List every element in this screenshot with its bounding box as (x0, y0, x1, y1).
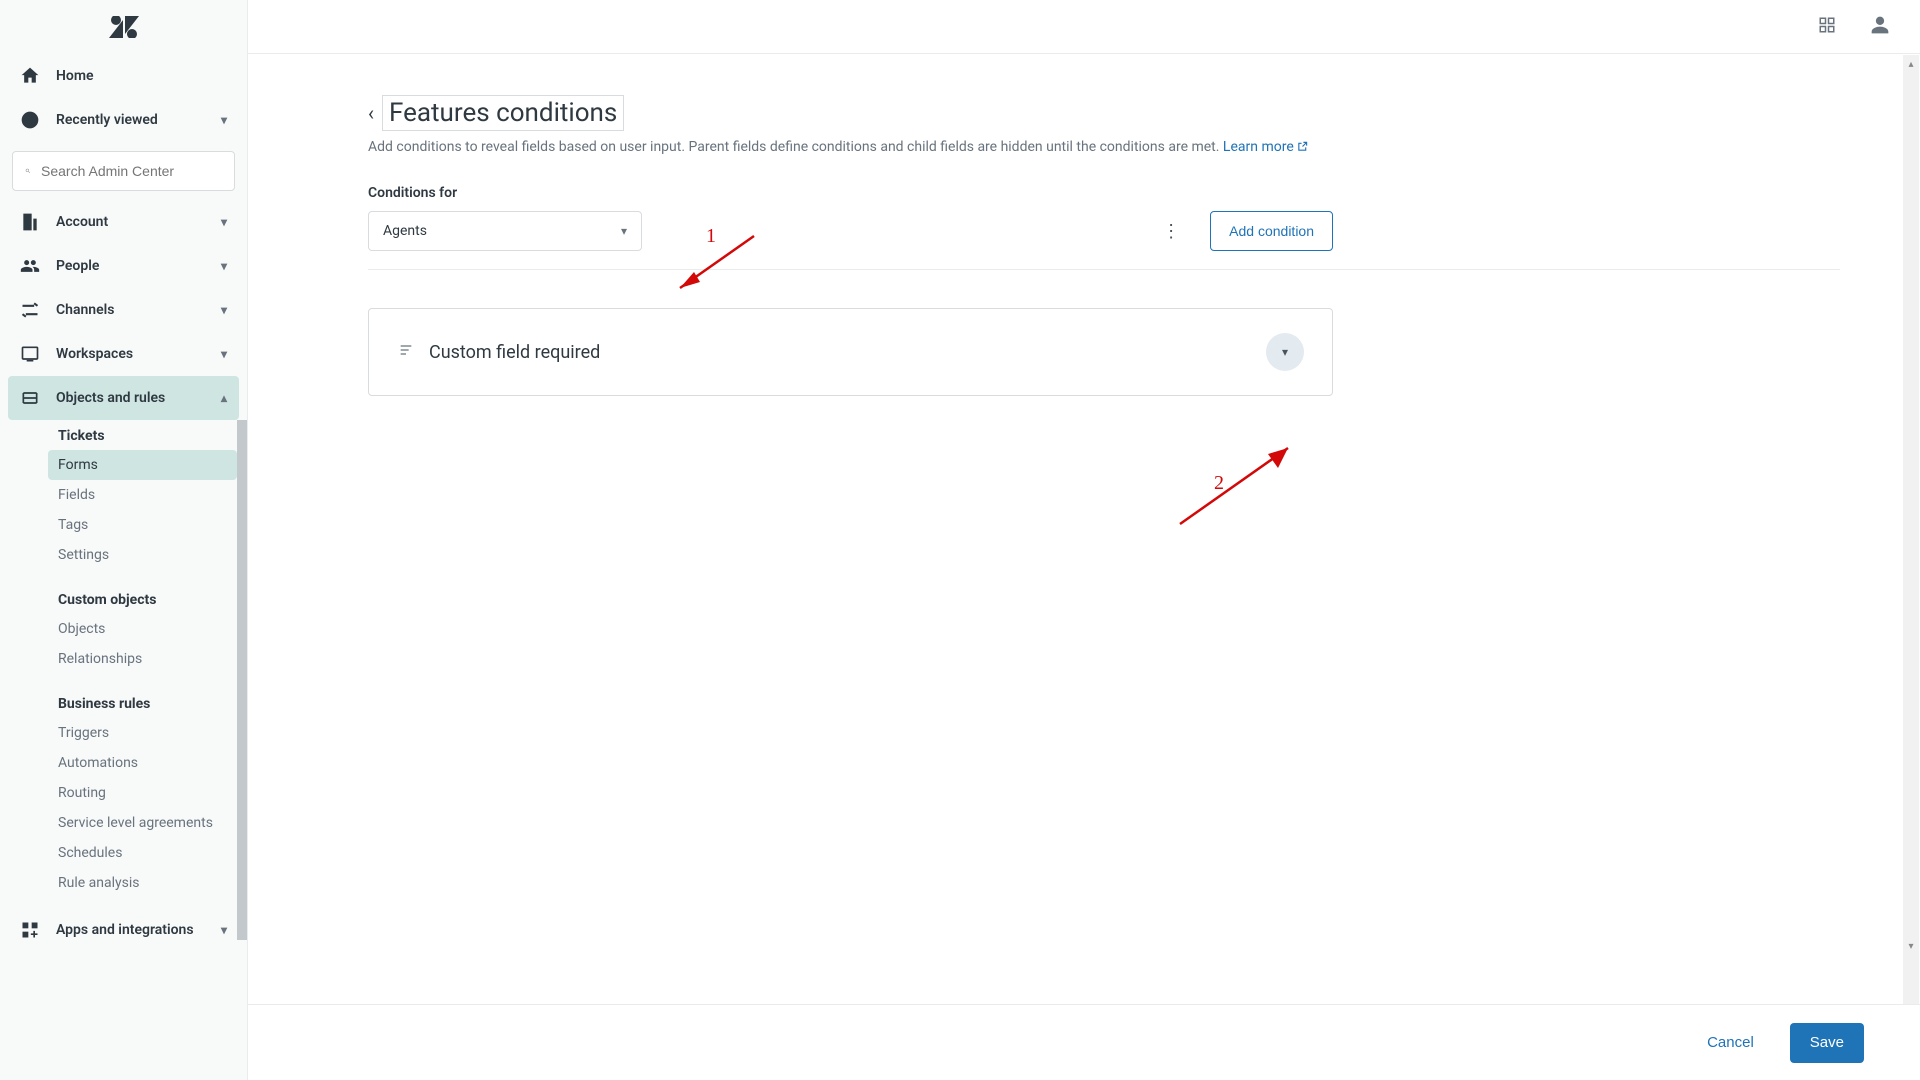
nav-account[interactable]: Account ▾ (0, 200, 247, 244)
cancel-button[interactable]: Cancel (1693, 1024, 1768, 1061)
apps-icon (20, 920, 40, 940)
subnav-objects[interactable]: Objects (58, 614, 229, 644)
more-menu-icon[interactable]: ⋮ (1162, 221, 1180, 242)
chevron-down-icon: ▾ (221, 113, 227, 127)
subnav-fields[interactable]: Fields (58, 480, 229, 510)
nav-recently-viewed[interactable]: Recently viewed ▾ (0, 98, 247, 142)
search-input[interactable] (41, 163, 222, 179)
subnav-group-custom: Custom objects (58, 584, 229, 614)
scroll-up-icon[interactable]: ▴ (1903, 55, 1919, 73)
learn-more-link[interactable]: Learn more (1223, 139, 1308, 155)
nav-channels[interactable]: Channels ▾ (0, 288, 247, 332)
nav-label: People (56, 258, 99, 274)
card-left: Custom field required (397, 342, 600, 363)
nav-label: Objects and rules (56, 390, 165, 406)
subnav-settings[interactable]: Settings (58, 540, 229, 570)
card-title: Custom field required (429, 342, 600, 363)
apps-grid-icon[interactable] (1818, 16, 1836, 38)
subnav-group-rules: Business rules (58, 688, 229, 718)
external-link-icon (1297, 141, 1308, 152)
chevron-down-icon: ▾ (221, 303, 227, 317)
subnav-forms[interactable]: Forms (48, 450, 237, 480)
sidebar-scrollbar[interactable] (237, 420, 247, 952)
page-title: Features conditions (382, 95, 624, 131)
search-box[interactable] (12, 151, 235, 191)
main-scroll[interactable]: ‹ Features conditions Add conditions to … (248, 55, 1920, 1080)
sidebar: Home Recently viewed ▾ Account ▾ People … (0, 0, 248, 1080)
zendesk-logo-icon (109, 16, 139, 38)
page-description: Add conditions to reveal fields based on… (368, 139, 1840, 155)
objects-icon (20, 388, 40, 408)
chevron-down-icon: ▾ (621, 224, 627, 238)
divider (368, 269, 1840, 270)
nav-workspaces[interactable]: Workspaces ▾ (0, 332, 247, 376)
conditions-for-select[interactable]: Agents ▾ (368, 211, 642, 251)
footer-bar: Cancel Save (248, 1004, 1920, 1080)
chevron-down-icon: ▾ (1282, 345, 1288, 359)
subnav-schedules[interactable]: Schedules (58, 838, 229, 868)
back-icon[interactable]: ‹ (368, 101, 374, 125)
main-scrollbar[interactable]: ▴ ▾ (1903, 55, 1919, 1080)
add-condition-button[interactable]: Add condition (1210, 211, 1333, 251)
nav-home[interactable]: Home (0, 54, 247, 98)
home-icon (20, 66, 40, 86)
channels-icon (20, 300, 40, 320)
expand-card-button[interactable]: ▾ (1266, 333, 1304, 371)
nav-label: Recently viewed (56, 112, 158, 128)
chevron-down-icon: ▾ (221, 347, 227, 361)
subnav-sla[interactable]: Service level agreements (58, 808, 229, 838)
save-button[interactable]: Save (1790, 1023, 1864, 1063)
condition-card: Custom field required ▾ (368, 308, 1333, 396)
nav-label: Home (56, 68, 94, 84)
conditions-bar: Conditions for Agents ▾ ⋮ Add condition (368, 185, 1333, 251)
logo (0, 0, 247, 54)
nav-apps[interactable]: Apps and integrations ▾ (0, 908, 247, 952)
list-icon (397, 342, 415, 362)
search-wrap (0, 142, 247, 200)
subnav-relationships[interactable]: Relationships (58, 644, 229, 674)
nav-people[interactable]: People ▾ (0, 244, 247, 288)
nav-objects-and-rules[interactable]: Objects and rules ▴ (8, 376, 239, 420)
subnav-automations[interactable]: Automations (58, 748, 229, 778)
nav-label: Channels (56, 302, 115, 318)
chevron-down-icon: ▾ (221, 215, 227, 229)
subnav-tags[interactable]: Tags (58, 510, 229, 540)
main-content: ‹ Features conditions Add conditions to … (248, 55, 1920, 396)
search-icon (25, 163, 31, 179)
workspaces-icon (20, 344, 40, 364)
subnav-triggers[interactable]: Triggers (58, 718, 229, 748)
chevron-down-icon: ▾ (221, 923, 227, 937)
nav-label: Workspaces (56, 346, 133, 362)
subnav-group-tickets: Tickets (58, 420, 229, 450)
conditions-label: Conditions for (368, 185, 642, 201)
chevron-down-icon: ▾ (221, 259, 227, 273)
building-icon (20, 212, 40, 232)
page-header: ‹ Features conditions (368, 95, 1840, 131)
chevron-up-icon: ▴ (221, 391, 227, 405)
conditions-left: Conditions for Agents ▾ (368, 185, 642, 251)
desc-text: Add conditions to reveal fields based on… (368, 139, 1223, 155)
subnav-routing[interactable]: Routing (58, 778, 229, 808)
topbar (248, 0, 1920, 54)
nav-label: Account (56, 214, 108, 230)
nav-label: Apps and integrations (56, 922, 194, 938)
subnav-objects: Tickets Forms Fields Tags Settings Custo… (0, 420, 247, 898)
scroll-down-icon[interactable]: ▾ (1903, 937, 1919, 955)
people-icon (20, 256, 40, 276)
profile-icon[interactable] (1870, 15, 1890, 39)
conditions-right: ⋮ Add condition (1162, 211, 1333, 251)
select-value: Agents (383, 223, 427, 239)
clock-icon (20, 110, 40, 130)
subnav-rule-analysis[interactable]: Rule analysis (58, 868, 229, 898)
